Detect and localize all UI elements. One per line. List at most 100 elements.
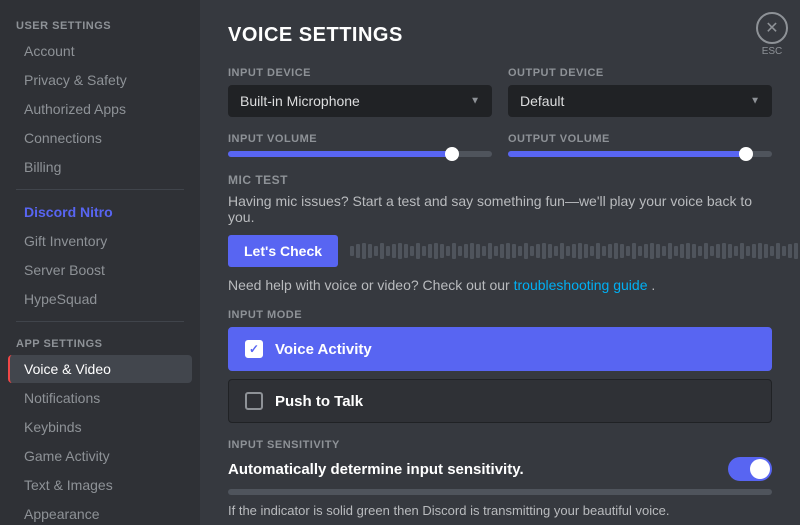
mic-bar: [668, 243, 672, 259]
troubleshoot-text: Need help with voice or video? Check out…: [228, 277, 772, 293]
mic-bar: [434, 243, 438, 259]
mic-bar: [632, 243, 636, 259]
sidebar-item-notifications[interactable]: Notifications: [8, 384, 192, 412]
mic-bar: [728, 244, 732, 258]
mic-bar: [530, 246, 534, 256]
mic-bar: [764, 244, 768, 258]
input-volume-group: INPUT VOLUME: [228, 133, 492, 157]
mic-bar: [464, 244, 468, 258]
push-to-talk-label: Push to Talk: [275, 393, 363, 410]
sidebar-item-account[interactable]: Account: [8, 37, 192, 65]
sidebar-item-authorized-apps[interactable]: Authorized Apps: [8, 95, 192, 123]
output-device-select[interactable]: Default: [508, 85, 772, 117]
input-device-group: INPUT DEVICE Built-in Microphone: [228, 67, 492, 117]
mic-bar: [566, 246, 570, 256]
sidebar-item-text-images[interactable]: Text & Images: [8, 471, 192, 499]
output-volume-track[interactable]: [508, 151, 772, 157]
sidebar-item-game-activity[interactable]: Game Activity: [8, 442, 192, 470]
mic-bar: [680, 244, 684, 258]
output-volume-thumb[interactable]: [739, 147, 753, 161]
sensitivity-section: INPUT SENSITIVITY Automatically determin…: [228, 439, 772, 518]
mic-bar: [584, 244, 588, 258]
mic-bar: [410, 246, 414, 256]
input-volume-label: INPUT VOLUME: [228, 133, 492, 145]
mic-bar: [590, 246, 594, 256]
mic-bar: [392, 244, 396, 258]
output-device-label: OUTPUT DEVICE: [508, 67, 772, 79]
output-volume-group: OUTPUT VOLUME: [508, 133, 772, 157]
mic-bar: [560, 243, 564, 259]
sidebar-item-billing[interactable]: Billing: [8, 153, 192, 181]
mic-bar: [776, 243, 780, 259]
mic-bar: [656, 244, 660, 258]
mic-bars: [350, 243, 800, 259]
mic-bar: [716, 244, 720, 258]
lets-check-button[interactable]: Let's Check: [228, 235, 338, 267]
mic-bar: [752, 244, 756, 258]
mic-bar: [350, 246, 354, 256]
mic-test-label: MIC TEST: [228, 173, 772, 187]
push-to-talk-checkbox[interactable]: [245, 392, 263, 410]
voice-activity-checkbox[interactable]: [245, 340, 263, 358]
sensitivity-track[interactable]: [228, 489, 772, 495]
mic-bar: [710, 246, 714, 256]
page-title: VOICE SETTINGS: [228, 24, 772, 47]
mic-bar: [422, 246, 426, 256]
input-volume-fill: [228, 151, 452, 157]
sidebar: USER SETTINGS Account Privacy & Safety A…: [0, 0, 200, 525]
mic-bar: [788, 244, 792, 258]
mic-bar: [380, 243, 384, 259]
mic-bar: [524, 243, 528, 259]
mic-bar: [476, 244, 480, 258]
mic-bar: [740, 243, 744, 259]
auto-sensitivity-toggle[interactable]: [728, 457, 772, 481]
input-device-select[interactable]: Built-in Microphone: [228, 85, 492, 117]
mic-bar: [518, 246, 522, 256]
input-sensitivity-label: INPUT SENSITIVITY: [228, 439, 772, 451]
mic-bar: [506, 243, 510, 259]
mic-bar: [536, 244, 540, 258]
input-mode-section: INPUT MODE Voice Activity Push to Talk: [228, 309, 772, 423]
sidebar-divider-1: [16, 189, 184, 190]
input-device-select-wrapper: Built-in Microphone: [228, 85, 492, 117]
sidebar-item-privacy-safety[interactable]: Privacy & Safety: [8, 66, 192, 94]
input-volume-thumb[interactable]: [445, 147, 459, 161]
mic-bar: [470, 243, 474, 259]
sidebar-item-discord-nitro[interactable]: Discord Nitro: [8, 198, 192, 226]
sidebar-item-connections[interactable]: Connections: [8, 124, 192, 152]
sidebar-item-appearance[interactable]: Appearance: [8, 500, 192, 525]
mic-bar: [404, 244, 408, 258]
mic-bar: [494, 246, 498, 256]
input-volume-track[interactable]: [228, 151, 492, 157]
mic-bar: [458, 246, 462, 256]
mic-bar: [596, 243, 600, 259]
user-settings-section-label: USER SETTINGS: [0, 12, 200, 36]
mic-bar: [554, 246, 558, 256]
push-to-talk-option[interactable]: Push to Talk: [228, 379, 772, 423]
device-row: INPUT DEVICE Built-in Microphone OUTPUT …: [228, 67, 772, 117]
mic-test-section: MIC TEST Having mic issues? Start a test…: [228, 173, 772, 293]
mic-bar: [620, 244, 624, 258]
voice-activity-option[interactable]: Voice Activity: [228, 327, 772, 371]
esc-label: ESC: [762, 46, 783, 57]
mic-bar: [734, 246, 738, 256]
mic-bar: [440, 244, 444, 258]
output-volume-fill: [508, 151, 746, 157]
mic-bar: [386, 246, 390, 256]
mic-bar: [614, 243, 618, 259]
sidebar-item-voice-video[interactable]: Voice & Video: [8, 355, 192, 383]
mic-bar: [542, 243, 546, 259]
sidebar-divider-2: [16, 321, 184, 322]
sidebar-item-keybinds[interactable]: Keybinds: [8, 413, 192, 441]
mic-bar: [368, 244, 372, 258]
close-btn-container: ✕ ESC: [756, 12, 788, 57]
toggle-knob: [750, 459, 770, 479]
sidebar-item-server-boost[interactable]: Server Boost: [8, 256, 192, 284]
close-button[interactable]: ✕: [756, 12, 788, 44]
output-device-select-wrapper: Default: [508, 85, 772, 117]
mic-bar: [356, 244, 360, 258]
sidebar-item-hypesquad[interactable]: HypeSquad: [8, 285, 192, 313]
mic-bar: [608, 244, 612, 258]
sidebar-item-gift-inventory[interactable]: Gift Inventory: [8, 227, 192, 255]
troubleshoot-link[interactable]: troubleshooting guide: [514, 277, 648, 293]
